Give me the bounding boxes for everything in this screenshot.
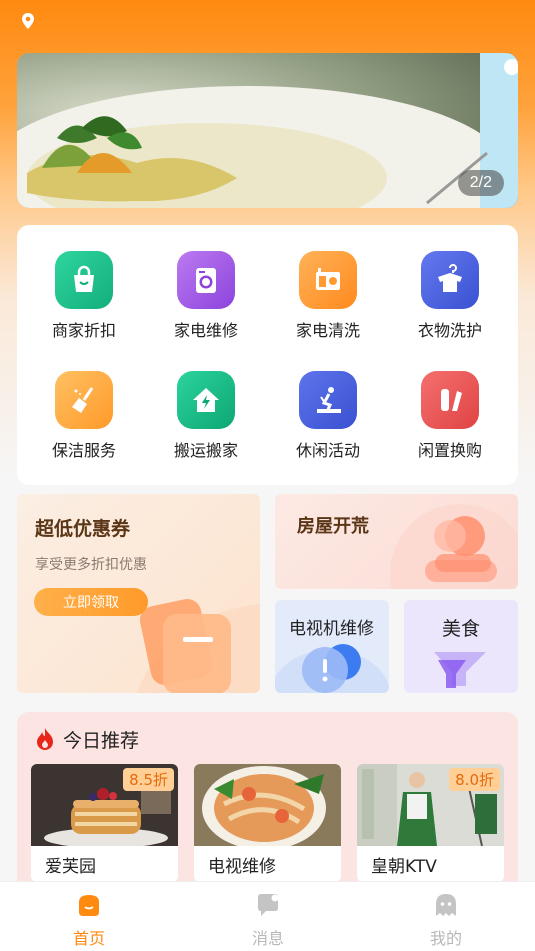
service-label: 家电清洗 — [295, 321, 360, 340]
today-recommend-title: 今日推荐 — [63, 730, 140, 752]
service-laundry[interactable]: 衣物洗护 — [395, 251, 505, 341]
recommend-name: 皇朝KTV — [371, 857, 437, 877]
noodle-dish-image — [194, 764, 341, 846]
recommend-card[interactable]: 8.0折 皇朝KTV — [357, 764, 504, 882]
recommend-card[interactable]: 8.5折 爱芙园 — [31, 764, 178, 882]
discount-badge: 8.5折 — [123, 768, 174, 791]
service-merchant-discount[interactable]: 商家折扣 — [29, 251, 139, 341]
service-appliance-repair[interactable]: 家电维修 — [151, 251, 261, 341]
coupon-subtitle: 享受更多折扣优惠 — [35, 557, 147, 573]
fire-icon — [37, 728, 53, 750]
appliance-icon — [299, 251, 357, 309]
shirt-hanger-icon — [421, 251, 479, 309]
service-leisure[interactable]: 休闲活动 — [273, 371, 383, 461]
food-card[interactable]: 美食 — [404, 600, 518, 693]
activity-icon — [299, 371, 357, 429]
service-label: 保洁服务 — [51, 441, 116, 460]
service-secondhand[interactable]: 闲置换购 — [395, 371, 505, 461]
banner-image — [17, 53, 518, 208]
person-icon — [390, 504, 518, 589]
profile-ghost-icon — [436, 894, 456, 916]
tv-repair-title: 电视机维修 — [289, 619, 374, 639]
broom-icon — [55, 371, 113, 429]
service-label: 搬运搬家 — [173, 441, 238, 460]
service-cleaning[interactable]: 保洁服务 — [29, 371, 139, 461]
message-icon — [258, 894, 279, 916]
service-appliance-cleaning[interactable]: 家电清洗 — [273, 251, 383, 341]
house-cleaning-title: 房屋开荒 — [297, 516, 369, 537]
service-label: 衣物洗护 — [417, 321, 482, 340]
tab-messages[interactable]: 消息 — [223, 892, 313, 949]
service-label: 商家折扣 — [51, 321, 116, 340]
bottom-tab-bar: 首页 消息 我的 — [0, 881, 535, 951]
recommend-card[interactable]: 电视维修 — [194, 764, 341, 882]
coupon-title: 超低优惠券 — [35, 518, 131, 540]
discount-badge: 8.0折 — [449, 768, 500, 791]
service-label: 休闲活动 — [295, 441, 360, 460]
banner-page-indicator: 2/2 — [457, 170, 504, 196]
tab-profile-label: 我的 — [429, 929, 462, 948]
shopping-bag-icon — [55, 251, 113, 309]
service-label: 闲置换购 — [417, 441, 482, 460]
washing-machine-icon — [177, 251, 235, 309]
house-cleaning-card[interactable]: 房屋开荒 — [275, 494, 518, 589]
claim-coupon-button[interactable]: 立即领取 — [34, 588, 148, 616]
banner-carousel[interactable]: 2/2 — [17, 53, 518, 208]
tv-repair-card[interactable]: 电视机维修 — [275, 600, 389, 693]
service-moving[interactable]: 搬运搬家 — [151, 371, 261, 461]
tab-messages-label: 消息 — [251, 929, 284, 948]
service-label: 家电维修 — [173, 321, 238, 340]
coupon-card[interactable]: 超低优惠券 享受更多折扣优惠 立即领取 — [17, 494, 260, 693]
tab-home[interactable]: 首页 — [44, 892, 134, 949]
tab-profile[interactable]: 我的 — [401, 892, 491, 949]
recommend-name: 电视维修 — [208, 857, 276, 877]
food-title: 美食 — [441, 618, 480, 640]
service-grid: 商家折扣 家电维修 家电清洗 衣物洗护 保洁服务 搬运搬家 休闲活动 闲置换购 — [17, 225, 518, 485]
house-arrow-icon — [177, 371, 235, 429]
tab-home-label: 首页 — [72, 929, 105, 948]
recommend-name: 爱芙园 — [45, 857, 96, 877]
location-pin-icon[interactable] — [20, 12, 36, 30]
home-icon — [79, 895, 99, 916]
exchange-icon — [421, 371, 479, 429]
